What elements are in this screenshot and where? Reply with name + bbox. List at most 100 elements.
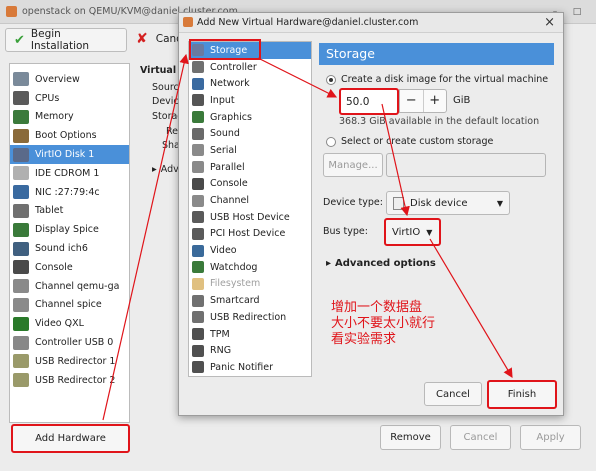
hardware-item[interactable]: Console <box>10 258 129 277</box>
hardware-item-label: CPUs <box>35 92 60 104</box>
remove-label: Remove <box>390 432 431 443</box>
disk-size-input[interactable]: 50.0 <box>339 88 399 115</box>
detail-advanced-expander[interactable]: ▸ Adv <box>152 164 179 175</box>
increment-button[interactable]: + <box>424 90 447 112</box>
cdrom-icon <box>13 166 29 181</box>
hardware-item[interactable]: CPUs <box>10 89 129 108</box>
device-type-item[interactable]: USB Host Device <box>189 209 311 226</box>
main-cancel-label: Cancel <box>463 432 498 443</box>
hardware-item[interactable]: Boot Options <box>10 126 129 145</box>
hardware-item-label: VirtIO Disk 1 <box>35 149 95 161</box>
hardware-item[interactable]: Video QXL <box>10 314 129 333</box>
hardware-item-label: USB Redirector 1 <box>35 355 116 367</box>
cancel-installation-button[interactable]: ✘ Canc <box>136 31 182 47</box>
hardware-item[interactable]: Overview <box>10 70 129 89</box>
graphics-icon <box>192 111 204 124</box>
usb-redirection-icon <box>192 311 204 324</box>
create-disk-radio[interactable] <box>326 74 336 85</box>
available-space-text: 368.3 GiB available in the default locat… <box>339 116 540 127</box>
hardware-item[interactable]: IDE CDROM 1 <box>10 164 129 183</box>
hardware-item[interactable]: NIC :27:79:4c <box>10 183 129 202</box>
hardware-item[interactable]: Tablet <box>10 202 129 221</box>
hardware-item-label: Channel spice <box>35 299 102 311</box>
cpu-icon <box>13 91 29 106</box>
hardware-item-label: Video QXL <box>35 318 84 330</box>
device-type-item[interactable]: USB Redirection <box>189 309 311 326</box>
hardware-item[interactable]: Channel spice <box>10 296 129 315</box>
device-type-item[interactable]: RNG <box>189 342 311 359</box>
main-maximize-icon[interactable]: □ <box>570 5 584 19</box>
checkmark-icon: ✔ <box>14 32 25 48</box>
decrement-button[interactable]: − <box>400 90 424 112</box>
device-type-item-label: Filesystem <box>210 278 261 290</box>
hardware-item-label: IDE CDROM 1 <box>35 167 100 179</box>
manage-label: Manage... <box>328 159 378 171</box>
device-type-item[interactable]: Network <box>189 75 311 92</box>
apply-button[interactable]: Apply <box>520 425 581 450</box>
device-type-item[interactable]: Graphics <box>189 109 311 126</box>
create-disk-option[interactable]: Create a disk image for the virtual mach… <box>326 74 548 85</box>
device-type-dropdown[interactable]: Disk device ▼ <box>386 191 510 215</box>
usb-redirector-icon <box>13 373 29 388</box>
channel-icon <box>192 194 204 207</box>
device-type-item[interactable]: Panic Notifier <box>189 359 311 376</box>
main-cancel-button[interactable]: Cancel <box>450 425 511 450</box>
device-type-item-label: USB Host Device <box>210 211 290 223</box>
bus-type-dropdown[interactable]: VirtIO ▼ <box>384 218 441 246</box>
device-type-item[interactable]: Console <box>189 176 311 193</box>
hardware-item-label: Boot Options <box>35 130 97 142</box>
dialog-titlebar: Add New Virtual Hardware@daniel.cluster.… <box>179 13 563 33</box>
hardware-item[interactable]: USB Redirector 1 <box>10 352 129 371</box>
hardware-list: Overview CPUs Memory Boot Options VirtIO Dis… <box>9 63 130 423</box>
device-type-item-label: Panic Notifier <box>210 361 274 373</box>
device-type-item[interactable]: Filesystem <box>189 276 311 293</box>
hardware-item[interactable]: Channel qemu-ga <box>10 277 129 296</box>
device-type-item-label: Controller <box>210 61 257 73</box>
annotation-line-2: 大小不要太小就行 <box>331 316 436 331</box>
manage-button[interactable]: Manage... <box>323 153 383 177</box>
device-type-item[interactable]: Controller <box>189 59 311 76</box>
device-type-item[interactable]: Smartcard <box>189 292 311 309</box>
hardware-item[interactable]: VirtIO Disk 1 <box>10 145 129 164</box>
dialog-app-icon <box>183 17 193 27</box>
annotation-line-1: 增加一个数据盘 <box>331 300 423 315</box>
custom-storage-radio[interactable] <box>326 136 336 147</box>
advanced-options-expander[interactable]: ▸ Advanced options <box>326 258 436 269</box>
disk-icon <box>13 147 29 162</box>
hardware-item[interactable]: Memory <box>10 108 129 127</box>
hardware-item[interactable]: Sound ich6 <box>10 239 129 258</box>
device-type-item[interactable]: Channel <box>189 192 311 209</box>
watchdog-icon <box>192 261 204 274</box>
detail-readonly-label: Re <box>166 126 179 137</box>
hardware-item[interactable]: Display Spice <box>10 220 129 239</box>
device-type-item[interactable]: Sound <box>189 125 311 142</box>
hardware-item[interactable]: Controller USB 0 <box>10 333 129 352</box>
device-type-item[interactable]: PCI Host Device <box>189 226 311 243</box>
add-hardware-button[interactable]: Add Hardware <box>11 424 130 453</box>
device-type-item-label: Smartcard <box>210 295 260 307</box>
device-type-item[interactable]: Video <box>189 242 311 259</box>
size-unit: GiB <box>453 95 471 106</box>
hardware-item[interactable]: USB Redirector 2 <box>10 371 129 390</box>
begin-installation-button[interactable]: ✔ Begin Installation <box>5 28 127 52</box>
sound-icon <box>13 241 29 256</box>
device-type-item[interactable]: Watchdog <box>189 259 311 276</box>
device-type-item[interactable]: Serial <box>189 142 311 159</box>
device-type-item-label: Sound <box>210 128 240 140</box>
finish-button[interactable]: Finish <box>487 380 557 409</box>
boot-options-icon <box>13 128 29 143</box>
detail-source-label: Sourc <box>152 82 179 93</box>
hardware-item-label: Controller USB 0 <box>35 337 114 349</box>
custom-storage-path-field[interactable] <box>386 153 546 177</box>
close-icon[interactable]: × <box>544 15 555 30</box>
device-type-item[interactable]: Input <box>189 92 311 109</box>
remove-button[interactable]: Remove <box>380 425 441 450</box>
custom-storage-option[interactable]: Select or create custom storage <box>326 136 493 147</box>
device-type-item[interactable]: Parallel <box>189 159 311 176</box>
tablet-icon <box>13 203 29 218</box>
apply-label: Apply <box>536 432 565 443</box>
dialog-cancel-button[interactable]: Cancel <box>424 382 482 406</box>
device-type-item[interactable]: TPM <box>189 326 311 343</box>
device-type-value: Disk device <box>410 197 468 209</box>
device-type-item-label: Parallel <box>210 161 245 173</box>
